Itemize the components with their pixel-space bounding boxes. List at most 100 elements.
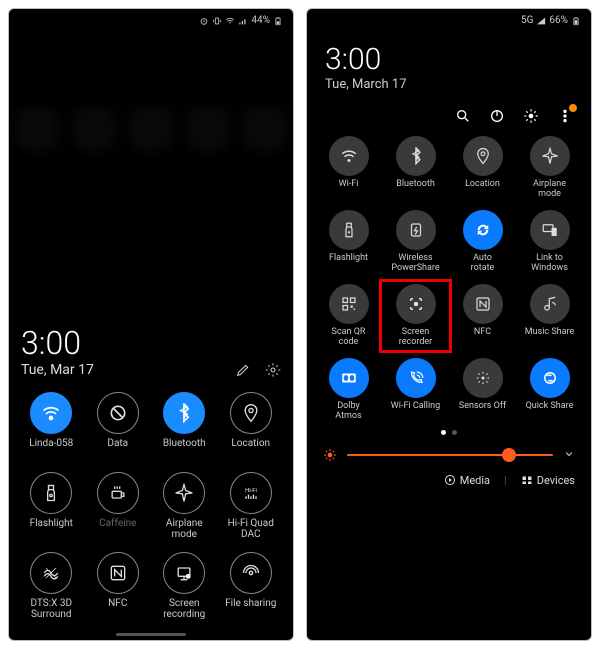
edit-icon[interactable] xyxy=(235,362,251,378)
clock-date: Tue, March 17 xyxy=(325,77,573,92)
top-actions xyxy=(307,98,591,130)
dolby-icon[interactable] xyxy=(329,358,369,398)
battery-pct: 66% xyxy=(549,15,568,26)
nfc-icon[interactable] xyxy=(97,552,139,594)
dtsx-icon[interactable] xyxy=(30,552,72,594)
brightness-track[interactable] xyxy=(347,454,553,456)
quick-settings-panel-left: 3:00 Tue, Mar 17 Linda-058DataBluetoothL… xyxy=(9,324,293,640)
qs-tile-dtsx[interactable]: DTS:X 3D Surround xyxy=(21,552,82,620)
svg-text:Hi-Fi: Hi-Fi xyxy=(245,488,257,494)
qs-tile-location[interactable]: Location xyxy=(451,136,514,200)
qs-label: Hi-Fi Quad DAC xyxy=(228,518,274,540)
qs-tile-bluetooth[interactable]: Bluetooth xyxy=(384,136,447,200)
qs-tile-quickshare[interactable]: Quick Share xyxy=(518,358,581,422)
qs-tile-airplane[interactable]: Airplane mode xyxy=(154,472,215,540)
gear-icon[interactable] xyxy=(523,108,539,124)
status-bar-right: 5G 66% xyxy=(307,9,591,32)
airplane-icon[interactable] xyxy=(530,136,570,176)
location-icon[interactable] xyxy=(230,392,272,434)
qs-tile-screenrec[interactable]: Screen recording xyxy=(154,552,215,620)
brightness-expand[interactable] xyxy=(563,445,575,464)
qs-tile-qrcode[interactable]: Scan QR code xyxy=(317,284,380,348)
qs-label: Flashlight xyxy=(329,254,368,274)
bluetooth-icon[interactable] xyxy=(396,136,436,176)
wificall-icon[interactable] xyxy=(396,358,436,398)
airplane-icon[interactable] xyxy=(163,472,205,514)
flashlight-icon[interactable] xyxy=(329,210,369,250)
autorotate-icon[interactable] xyxy=(463,210,503,250)
nav-handle[interactable] xyxy=(116,633,186,636)
qs-label: Scan QR code xyxy=(332,328,366,348)
more-icon[interactable] xyxy=(557,108,573,124)
screenrec-icon[interactable] xyxy=(163,552,205,594)
brightness-slider[interactable] xyxy=(307,435,591,470)
powershare-icon[interactable] xyxy=(396,210,436,250)
qs-tile-wificall[interactable]: Wi-Fi Calling xyxy=(384,358,447,422)
battery-icon xyxy=(571,16,581,26)
sensorsoff-icon[interactable] xyxy=(463,358,503,398)
qs-tile-nfc[interactable]: NFC xyxy=(451,284,514,348)
qs-tile-linkwin[interactable]: Link to Windows xyxy=(518,210,581,274)
qs-tile-autorotate[interactable]: Auto rotate xyxy=(451,210,514,274)
brightness-thumb[interactable] xyxy=(502,448,516,462)
musicshare-icon[interactable] xyxy=(530,284,570,324)
alarm-icon xyxy=(199,16,209,26)
qs-tile-dolby[interactable]: Dolby Atmos xyxy=(317,358,380,422)
qs-tile-hifi[interactable]: Hi-Fi Hi-Fi Quad DAC xyxy=(221,472,282,540)
qs-tile-airplane[interactable]: Airplane mode xyxy=(518,136,581,200)
qrcode-icon[interactable] xyxy=(329,284,369,324)
qs-tile-musicshare[interactable]: Music Share xyxy=(518,284,581,348)
brightness-icon xyxy=(323,448,337,462)
clock-date: Tue, Mar 17 xyxy=(21,362,94,378)
qs-tile-sensorsoff[interactable]: Sensors Off xyxy=(451,358,514,422)
signal-icon xyxy=(536,16,546,26)
qs-tile-nfc[interactable]: NFC xyxy=(88,552,149,620)
gear-icon[interactable] xyxy=(265,362,281,378)
caffeine-icon[interactable] xyxy=(97,472,139,514)
phone-left: 44% 3:00 Tue, Mar 17 Linda-058DataBlueto… xyxy=(8,8,294,641)
qs-tile-wifi[interactable]: Wi-Fi xyxy=(317,136,380,200)
wifi-icon[interactable] xyxy=(329,136,369,176)
qs-label: Screen recorder xyxy=(399,328,432,348)
qs-tile-screenrec[interactable]: Screen recorder xyxy=(379,279,452,353)
quickshare-icon[interactable] xyxy=(530,358,570,398)
network-label: 5G xyxy=(521,15,533,26)
power-icon[interactable] xyxy=(489,108,505,124)
qs-label: Location xyxy=(231,438,270,460)
search-icon[interactable] xyxy=(455,108,471,124)
qs-label: Link to Windows xyxy=(531,254,568,274)
qs-tile-powershare[interactable]: Wireless PowerShare xyxy=(384,210,447,274)
screenrec-icon[interactable] xyxy=(396,284,436,324)
qs-label: Quick Share xyxy=(526,402,574,422)
qs-label: NFC xyxy=(474,328,491,348)
hifi-icon[interactable]: Hi-Fi xyxy=(230,472,272,514)
clock-time: 3:00 xyxy=(325,42,573,77)
status-bar-left: 44% xyxy=(9,9,293,32)
devices-button[interactable]: Devices xyxy=(521,474,575,487)
fileshare-icon[interactable] xyxy=(230,552,272,594)
wifi-icon[interactable] xyxy=(30,392,72,434)
qs-label: Location xyxy=(465,180,500,200)
qs-label: Airplane mode xyxy=(166,518,203,540)
qs-label: Wireless PowerShare xyxy=(391,254,439,274)
qs-tile-data[interactable]: Data xyxy=(88,392,149,460)
qs-tile-bluetooth[interactable]: Bluetooth xyxy=(154,392,215,460)
qs-tile-caffeine[interactable]: Caffeine xyxy=(88,472,149,540)
media-button[interactable]: Media xyxy=(444,474,490,487)
location-icon[interactable] xyxy=(463,136,503,176)
qs-tile-flashlight[interactable]: Flashlight xyxy=(317,210,380,274)
bluetooth-icon[interactable] xyxy=(163,392,205,434)
qs-tile-location[interactable]: Location xyxy=(221,392,282,460)
nfc-icon[interactable] xyxy=(463,284,503,324)
qs-tile-wifi[interactable]: Linda-058 xyxy=(21,392,82,460)
qs-label: Screen recording xyxy=(163,598,205,620)
qs-label: Linda-058 xyxy=(29,438,73,460)
vibrate-icon xyxy=(212,16,222,26)
flashlight-icon[interactable] xyxy=(30,472,72,514)
qs-tile-fileshare[interactable]: File sharing xyxy=(221,552,282,620)
linkwin-icon[interactable] xyxy=(530,210,570,250)
notification-badge xyxy=(569,104,577,112)
separator: | xyxy=(504,474,507,487)
data-icon[interactable] xyxy=(97,392,139,434)
qs-tile-flashlight[interactable]: Flashlight xyxy=(21,472,82,540)
